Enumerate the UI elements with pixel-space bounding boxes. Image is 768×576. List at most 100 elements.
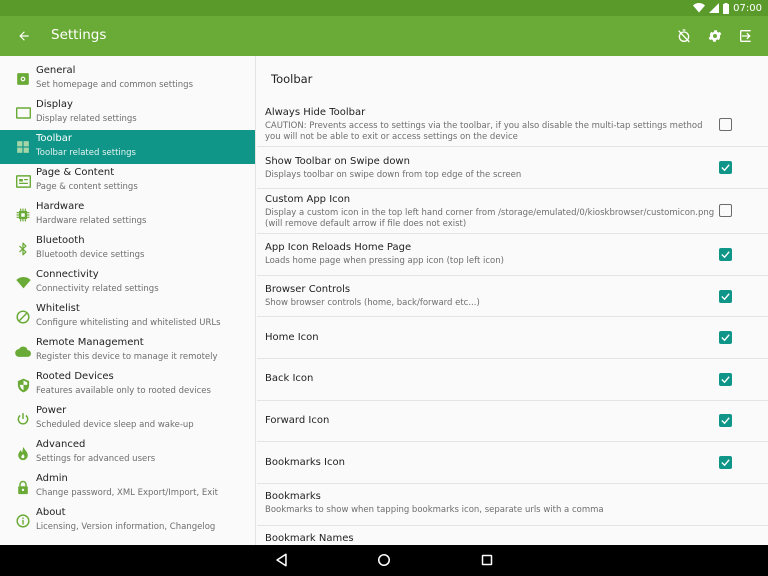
- nav-recents-icon: [481, 554, 493, 566]
- settings-sidebar: General Set homepage and common settings…: [0, 56, 256, 545]
- pref-title: Forward Icon: [265, 415, 330, 426]
- nav-back-button[interactable]: [273, 552, 289, 568]
- status-time: 07:00: [733, 2, 762, 14]
- browser-controls-checkbox[interactable]: [719, 290, 732, 303]
- nav-home-icon: [377, 553, 391, 567]
- info-icon: [15, 513, 31, 529]
- sidebar-item-whitelist[interactable]: Whitelist Configure whitelisting and whi…: [0, 300, 255, 334]
- sidebar-item-general[interactable]: General Set homepage and common settings: [0, 62, 255, 96]
- sidebar-item-admin[interactable]: Admin Change password, XML Export/Import…: [0, 470, 255, 504]
- back-arrow-icon: [19, 31, 29, 41]
- sidebar-item-subtitle: Page & content settings: [36, 182, 138, 192]
- pref-summary: CAUTION: Prevents access to settings via…: [265, 121, 703, 142]
- sidebar-item-subtitle: Display related settings: [36, 114, 137, 124]
- pref-title: Show Toolbar on Swipe down: [265, 156, 410, 167]
- pref-home-icon[interactable]: Home Icon: [257, 317, 768, 359]
- pref-title: Bookmark Names: [265, 533, 354, 544]
- check-icon: [721, 459, 730, 467]
- pref-back-icon[interactable]: Back Icon: [257, 359, 768, 401]
- pref-title: Browser Controls: [265, 284, 351, 295]
- sidebar-item-title: Remote Management: [36, 337, 144, 348]
- back-icon-checkbox[interactable]: [719, 373, 732, 386]
- pref-bookmark-names[interactable]: Bookmark Names: [257, 526, 768, 545]
- bluetooth-icon: [15, 241, 31, 257]
- sidebar-item-hardware[interactable]: Hardware Hardware related settings: [0, 198, 255, 232]
- sidebar-item-bluetooth[interactable]: Bluetooth Bluetooth device settings: [0, 232, 255, 266]
- chip-icon: [15, 207, 31, 223]
- sidebar-item-connectivity[interactable]: Connectivity Connectivity related settin…: [0, 266, 255, 300]
- always-hide-toolbar-checkbox[interactable]: [719, 118, 732, 131]
- sidebar-item-subtitle: Register this device to manage it remote…: [36, 352, 218, 362]
- check-icon: [721, 164, 730, 172]
- sidebar-item-title: Advanced: [36, 439, 86, 450]
- home-icon-checkbox[interactable]: [719, 331, 732, 344]
- sidebar-item-title: Bluetooth: [36, 235, 85, 246]
- sidebar-item-rooted-devices[interactable]: Rooted Devices Features available only t…: [0, 368, 255, 402]
- nav-recents-button[interactable]: [479, 552, 495, 568]
- settings-button[interactable]: [703, 24, 727, 48]
- nav-home-button[interactable]: [376, 552, 392, 568]
- sidebar-item-title: Power: [36, 405, 67, 416]
- sidebar-item-subtitle: Hardware related settings: [36, 216, 147, 226]
- pref-title: Custom App Icon: [265, 194, 351, 205]
- exit-button[interactable]: [734, 24, 758, 48]
- sidebar-item-subtitle: Set homepage and common settings: [36, 80, 194, 90]
- custom-app-icon-checkbox[interactable]: [719, 204, 732, 217]
- sidebar-item-display[interactable]: Display Display related settings: [0, 96, 255, 130]
- section-title: Toolbar: [271, 72, 313, 86]
- pref-bookmarks[interactable]: Bookmarks Bookmarks to show when tapping…: [257, 484, 768, 526]
- pref-title: Bookmarks: [265, 491, 321, 502]
- pref-custom-app-icon[interactable]: Custom App Icon Display a custom icon in…: [257, 189, 768, 234]
- page-title: Settings: [51, 27, 107, 43]
- battery-icon: [723, 2, 730, 14]
- sidebar-item-page-content[interactable]: Page & Content Page & content settings: [0, 164, 255, 198]
- block-icon: [15, 309, 31, 325]
- flame-icon: [15, 445, 31, 461]
- signal-icon: [709, 3, 720, 13]
- sidebar-item-subtitle: Licensing, Version information, Changelo…: [36, 522, 216, 532]
- sidebar-item-subtitle: Change password, XML Export/Import, Exit: [36, 488, 218, 498]
- display-icon: [15, 105, 31, 121]
- pref-browser-controls[interactable]: Browser Controls Show browser controls (…: [257, 276, 768, 317]
- sidebar-item-advanced[interactable]: Advanced Settings for advanced users: [0, 436, 255, 470]
- sidebar-item-subtitle: Connectivity related settings: [36, 284, 159, 294]
- wifi-status-icon: [693, 3, 706, 13]
- bookmarks-icon-checkbox[interactable]: [719, 456, 732, 469]
- power-icon: [15, 411, 31, 427]
- pref-bookmarks-icon[interactable]: Bookmarks Icon: [257, 442, 768, 484]
- show-toolbar-swipe-checkbox[interactable]: [719, 161, 732, 174]
- sidebar-item-title: Toolbar: [36, 133, 73, 144]
- pref-always-hide-toolbar[interactable]: Always Hide Toolbar CAUTION: Prevents ac…: [257, 104, 768, 147]
- forward-icon-checkbox[interactable]: [719, 414, 732, 427]
- pref-summary: Show browser controls (home, back/forwar…: [265, 298, 480, 308]
- sidebar-item-title: Hardware: [36, 201, 85, 212]
- sidebar-item-subtitle: Features available only to rooted device…: [36, 386, 211, 396]
- sidebar-item-toolbar[interactable]: Toolbar Toolbar related settings: [0, 130, 255, 164]
- page-content-icon: [15, 173, 31, 189]
- pref-forward-icon[interactable]: Forward Icon: [257, 401, 768, 442]
- sidebar-item-power[interactable]: Power Scheduled device sleep and wake-up: [0, 402, 255, 436]
- settings-content: Toolbar Always Hide Toolbar CAUTION: Pre…: [257, 56, 768, 545]
- sidebar-item-title: About: [36, 507, 66, 518]
- sidebar-item-about[interactable]: About Licensing, Version information, Ch…: [0, 504, 255, 538]
- pref-show-toolbar-swipe[interactable]: Show Toolbar on Swipe down Displays tool…: [257, 147, 768, 189]
- sidebar-item-title: General: [36, 65, 76, 76]
- app-icon-reloads-home-checkbox[interactable]: [719, 248, 732, 261]
- sidebar-item-remote-management[interactable]: Remote Management Register this device t…: [0, 334, 255, 368]
- pref-summary: Loads home page when pressing app icon (…: [265, 256, 504, 266]
- back-button[interactable]: [12, 24, 36, 48]
- timer-off-button[interactable]: [672, 24, 696, 48]
- nav-back-icon: [275, 553, 287, 567]
- wifi-icon: [15, 275, 31, 291]
- app-bar: Settings: [0, 16, 768, 56]
- sidebar-item-title: Admin: [36, 473, 68, 484]
- check-icon: [721, 251, 730, 259]
- pref-app-icon-reloads-home[interactable]: App Icon Reloads Home Page Loads home pa…: [257, 234, 768, 276]
- sidebar-item-subtitle: Bluetooth device settings: [36, 250, 145, 260]
- toolbar-icon: [15, 139, 31, 155]
- pref-summary: Display a custom icon in the top left ha…: [265, 208, 715, 229]
- pref-title: Home Icon: [265, 332, 319, 343]
- cloud-icon: [15, 343, 31, 359]
- check-icon: [721, 376, 730, 384]
- pref-title: Always Hide Toolbar: [265, 107, 366, 118]
